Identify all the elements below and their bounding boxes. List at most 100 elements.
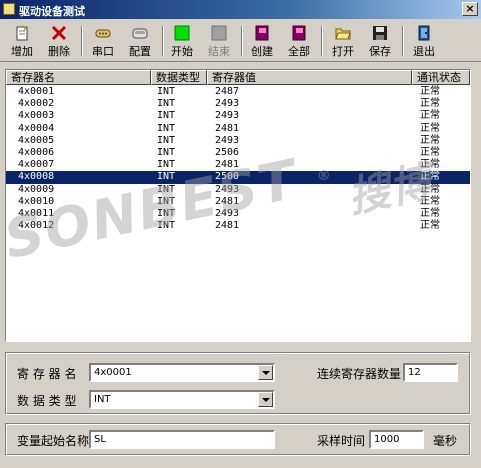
- start-button[interactable]: 开始: [163, 24, 201, 60]
- register-name-cell: 4x0008: [18, 171, 55, 183]
- comm-status-cell: 正常: [420, 146, 440, 158]
- register-count-input[interactable]: 12: [403, 363, 458, 382]
- window-title: 驱动设备测试: [19, 5, 85, 18]
- data-type-cell: INT: [157, 98, 176, 110]
- register-name-cell: 4x0004: [18, 122, 55, 134]
- table-row[interactable]: 4x0002 INT 2493 正常: [6, 98, 470, 110]
- data-type-cell: INT: [157, 220, 176, 232]
- register-name-value: 4x0001: [94, 367, 132, 378]
- comm-status-cell: 正常: [420, 122, 440, 134]
- serial-port-button-label: 串口: [92, 45, 114, 58]
- table-row[interactable]: 4x0005 INT 2493 正常: [6, 135, 470, 147]
- data-type-value: INT: [94, 394, 111, 405]
- comm-status-cell: 正常: [420, 110, 440, 122]
- start-button-label: 开始: [171, 45, 193, 58]
- data-type-cell: INT: [157, 195, 176, 207]
- register-value-cell: 2481: [215, 122, 240, 134]
- data-type-select[interactable]: INT: [89, 390, 275, 409]
- comm-status-cell: 正常: [420, 195, 440, 207]
- register-count-label: 连续寄存器数量: [317, 367, 402, 381]
- delete-x-icon: [51, 25, 67, 41]
- register-name-cell: 4x0012: [18, 220, 55, 232]
- register-name-cell: 4x0009: [18, 183, 55, 195]
- all-button-label: 全部: [288, 45, 310, 58]
- comm-status-cell: 正常: [420, 220, 440, 232]
- add-button-label: 增加: [11, 45, 33, 58]
- delete-button[interactable]: 删除: [40, 24, 78, 60]
- register-value-cell: 2493: [215, 134, 240, 146]
- save-button-label: 保存: [369, 45, 391, 58]
- exit-door-icon: [416, 25, 432, 41]
- create-button[interactable]: 创建: [243, 24, 281, 60]
- comm-status-cell: 正常: [420, 183, 440, 195]
- table-row[interactable]: 4x0010 INT 2481 正常: [6, 196, 470, 208]
- chevron-down-icon[interactable]: [258, 392, 273, 407]
- sample-time-label: 采样时间: [317, 434, 366, 448]
- register-name-select[interactable]: 4x0001: [89, 363, 275, 382]
- chevron-down-icon[interactable]: [258, 365, 273, 380]
- open-folder-icon: [335, 25, 351, 41]
- data-type-cell: INT: [157, 110, 176, 122]
- data-type-cell: INT: [157, 207, 176, 219]
- register-name-cell: 4x0005: [18, 134, 55, 146]
- data-type-cell: INT: [157, 122, 176, 134]
- register-value-cell: 2500: [215, 171, 240, 183]
- data-type-cell: INT: [157, 183, 176, 195]
- register-value-cell: 2506: [215, 146, 240, 158]
- serial-port-icon: [95, 25, 111, 41]
- comm-status-cell: 正常: [420, 171, 440, 183]
- register-settings-group: 寄 存 器 名 4x0001 数 据 类 型 INT 连续寄存器数量 12: [5, 352, 471, 415]
- save-disk-icon: [372, 25, 388, 41]
- data-type-cell: INT: [157, 134, 176, 146]
- stop-gray-icon: [211, 25, 227, 41]
- data-type-cell: INT: [157, 146, 176, 158]
- table-row[interactable]: 4x0008 INT 2500 正常: [6, 171, 470, 184]
- open-button[interactable]: 打开: [324, 24, 362, 60]
- create-button-label: 创建: [251, 45, 273, 58]
- exit-button-label: 退出: [413, 45, 435, 58]
- sample-time-unit: 毫秒: [433, 434, 458, 448]
- save-button[interactable]: 保存: [361, 24, 399, 60]
- table-row[interactable]: 4x0003 INT 2493 正常: [6, 110, 470, 122]
- table-row[interactable]: 4x0007 INT 2481 正常: [6, 159, 470, 171]
- register-value-cell: 2481: [215, 220, 240, 232]
- open-button-label: 打开: [332, 45, 354, 58]
- comm-status-cell: 正常: [420, 98, 440, 110]
- table-row[interactable]: 4x0004 INT 2481 正常: [6, 123, 470, 135]
- comm-status-cell: 正常: [420, 134, 440, 146]
- add-button[interactable]: 增加: [3, 24, 41, 60]
- all-book-icon: [291, 25, 307, 41]
- variable-start-name-input[interactable]: SL: [89, 430, 275, 449]
- column-register-value[interactable]: 寄存器值: [207, 70, 412, 85]
- toolbar-separator: [81, 26, 83, 56]
- register-name-cell: 4x0003: [18, 110, 55, 122]
- column-data-type[interactable]: 数据类型: [151, 70, 207, 85]
- table-row[interactable]: 4x0009 INT 2493 正常: [6, 184, 470, 196]
- register-list[interactable]: 寄存器名 数据类型 寄存器值 通讯状态 4x0001 INT 2487 正常 4x000…: [5, 69, 471, 342]
- sample-time-input[interactable]: 1000: [369, 430, 424, 449]
- table-row[interactable]: 4x0001 INT 2487 正常: [6, 86, 470, 98]
- start-green-icon: [174, 25, 190, 41]
- all-button[interactable]: 全部: [280, 24, 318, 60]
- toolbar: 增加 删除 串口 配置 开始 结束 创建 全部 打开 保存 退出: [0, 20, 481, 62]
- column-register-name[interactable]: 寄存器名: [6, 70, 151, 85]
- column-comm-status[interactable]: 通讯状态: [412, 70, 470, 85]
- config-icon: [132, 25, 148, 41]
- table-row[interactable]: 4x0012 INT 2481 正常: [6, 220, 470, 232]
- data-type-label: 数 据 类 型: [17, 394, 77, 408]
- serial-port-button[interactable]: 串口: [84, 24, 122, 60]
- register-value-cell: 2493: [215, 98, 240, 110]
- list-rows: 4x0001 INT 2487 正常 4x0002 INT 2493 正常 4x0003 INT 2…: [6, 86, 470, 232]
- register-value-cell: 2481: [215, 159, 240, 171]
- config-button[interactable]: 配置: [121, 24, 159, 60]
- close-button[interactable]: ×: [462, 2, 478, 16]
- table-row[interactable]: 4x0006 INT 2506 正常: [6, 147, 470, 159]
- register-name-cell: 4x0001: [18, 86, 55, 97]
- stop-button-label: 结束: [208, 45, 230, 58]
- comm-status-cell: 正常: [420, 86, 440, 97]
- table-row[interactable]: 4x0011 INT 2493 正常: [6, 208, 470, 220]
- variable-settings-group: 变量起始名称 SL 采样时间 1000 毫秒: [5, 423, 471, 456]
- stop-button[interactable]: 结束: [200, 24, 238, 60]
- data-type-cell: INT: [157, 86, 176, 97]
- exit-button[interactable]: 退出: [405, 24, 443, 60]
